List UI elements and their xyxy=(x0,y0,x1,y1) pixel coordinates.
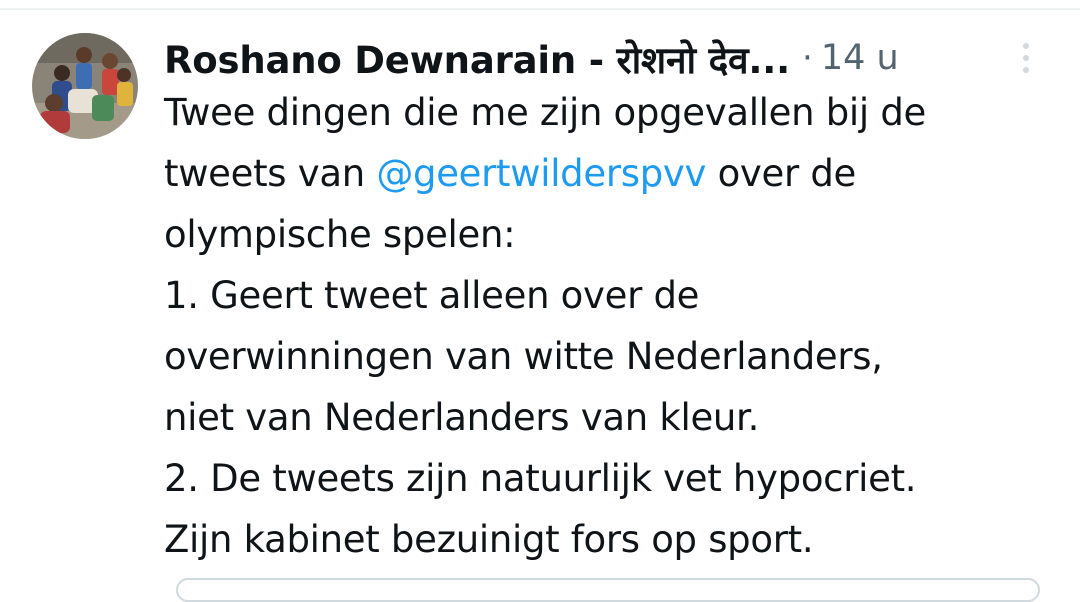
top-divider xyxy=(0,0,1080,10)
tweet-text: Twee dingen die me zijn opgevallen bij d… xyxy=(164,82,1064,570)
tweet-text-segment: 1. Geert tweet alleen over de xyxy=(164,274,700,317)
tweet-text-line: niet van Nederlanders van kleur. xyxy=(164,387,1064,448)
tweet-header: Roshano Dewnarain - रोशनो देव... · 14 u xyxy=(164,30,899,86)
header-separator: · xyxy=(802,38,813,78)
tweet-text-line: 2. De tweets zijn natuurlijk vet hypocri… xyxy=(164,448,1064,509)
tweet-text-segment: Zijn kabinet bezuinigt fors op sport. xyxy=(164,518,814,561)
tweet-text-line: Twee dingen die me zijn opgevallen bij d… xyxy=(164,82,1064,143)
tweet-text-line: overwinningen van witte Nederlanders, xyxy=(164,326,1064,387)
tweet-text-line: 1. Geert tweet alleen over de xyxy=(164,265,1064,326)
more-options-button[interactable] xyxy=(1012,40,1040,76)
profile-photo-avatar-icon xyxy=(32,33,138,139)
author-display-name[interactable]: Roshano Dewnarain - रोशनो देव... xyxy=(164,33,790,84)
tweet-text-segment: niet van Nederlanders van kleur. xyxy=(164,396,760,439)
tweet-text-segment: 2. De tweets zijn natuurlijk vet hypocri… xyxy=(164,457,917,500)
more-vertical-icon xyxy=(1023,43,1029,73)
avatar[interactable] xyxy=(32,33,138,139)
quoted-card-edge[interactable] xyxy=(176,578,1040,602)
tweet-text-line: Zijn kabinet bezuinigt fors op sport. xyxy=(164,509,1064,570)
tweet-text-segment: over de xyxy=(706,152,857,195)
mention-link[interactable]: @geertwilderspvv xyxy=(376,152,706,195)
tweet-text-segment: tweets van xyxy=(164,152,377,195)
tweet-timestamp[interactable]: 14 u xyxy=(821,38,899,78)
tweet-text-segment: olympische spelen: xyxy=(164,213,516,256)
tweet-text-line: olympische spelen: xyxy=(164,204,1064,265)
tweet-text-segment: overwinningen van witte Nederlanders, xyxy=(164,335,883,378)
tweet-text-line: tweets van @geertwilderspvv over de xyxy=(164,143,1064,204)
tweet-text-segment: Twee dingen die me zijn opgevallen bij d… xyxy=(164,91,926,134)
